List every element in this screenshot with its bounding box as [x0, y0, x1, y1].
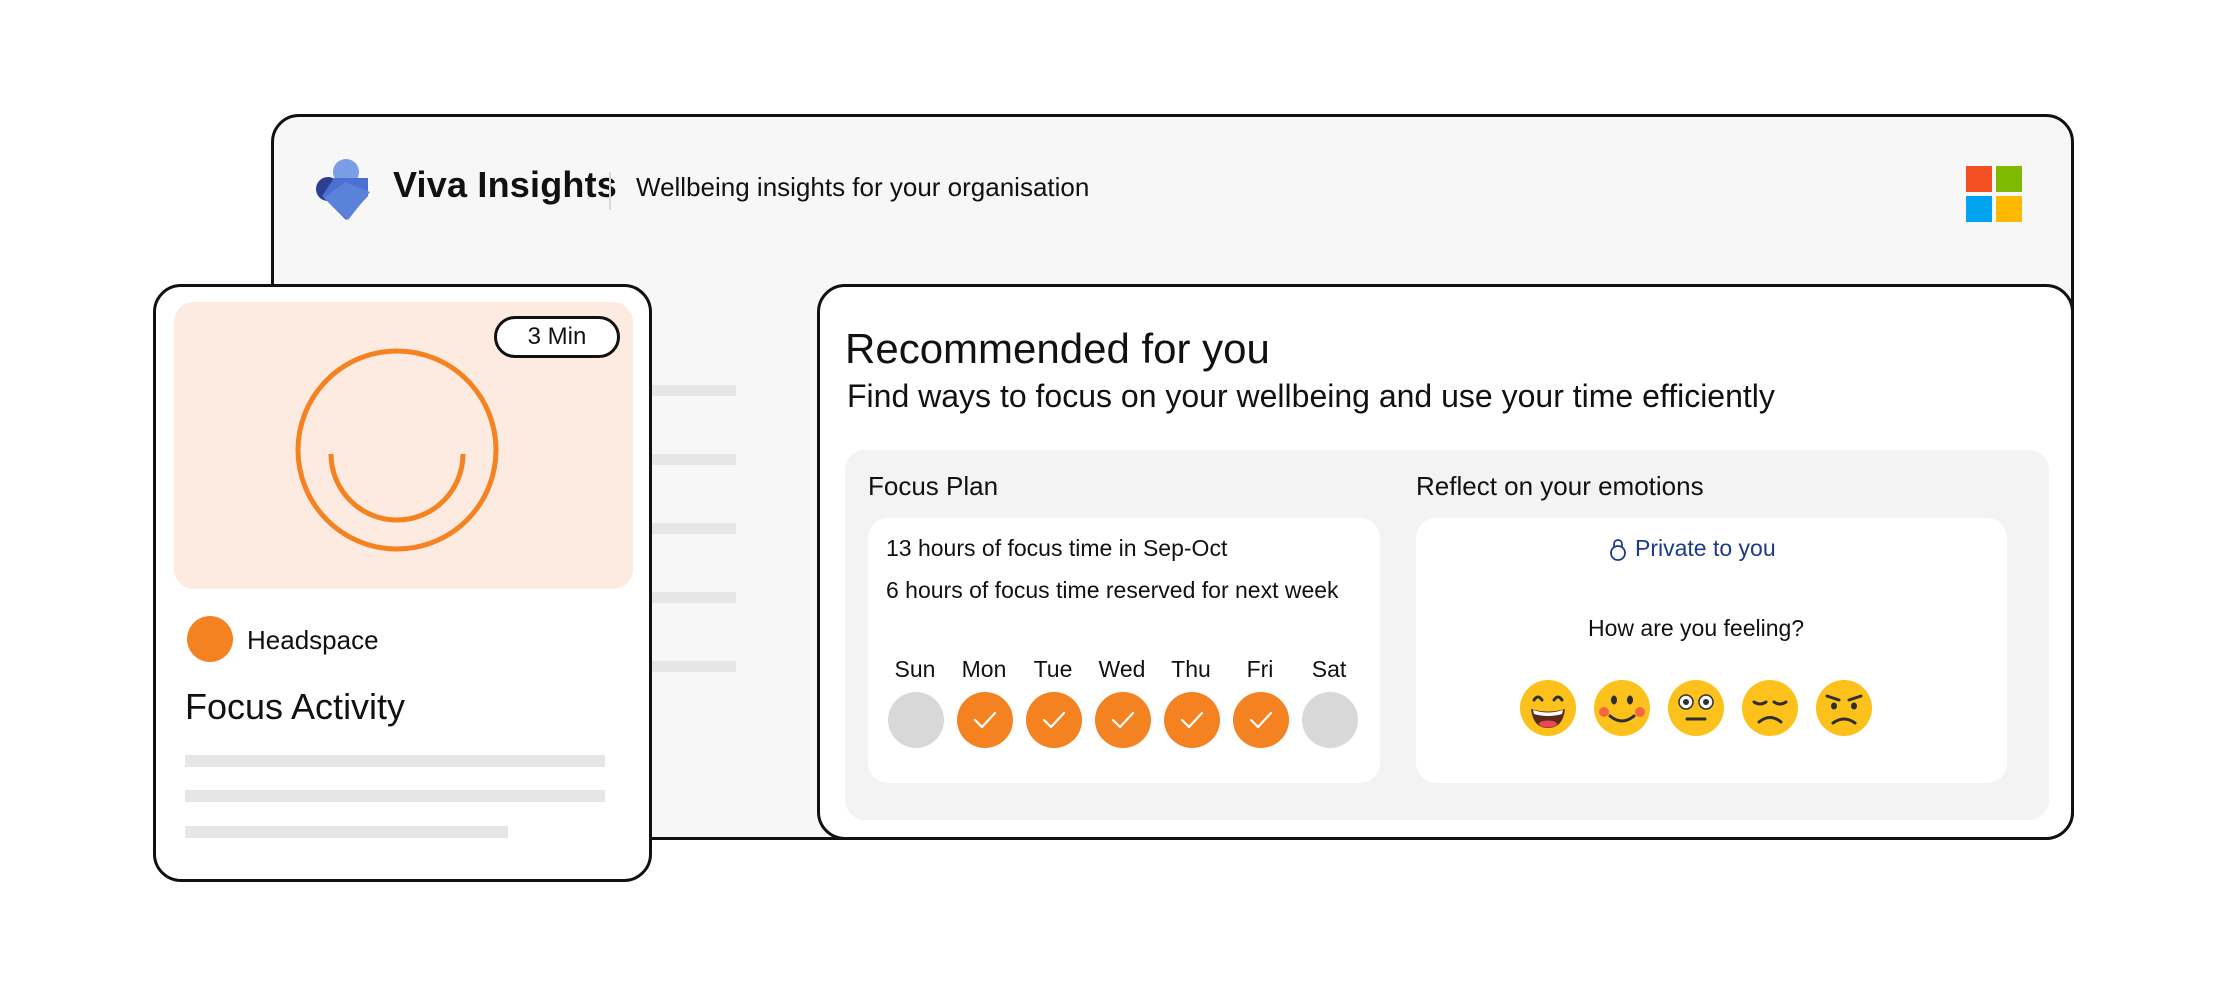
day-label-tue: Tue — [1033, 656, 1073, 682]
privacy-label: Private to you — [1635, 535, 1776, 561]
day-label-sat: Sat — [1311, 656, 1347, 682]
feeling-question: How are you feeling? — [1588, 615, 1805, 641]
provider-name: Headspace — [247, 625, 379, 655]
duration-badge: 3 Min — [494, 316, 620, 358]
check-icon — [1249, 711, 1273, 729]
placeholder-line — [185, 755, 605, 767]
lock-icon — [1610, 538, 1626, 561]
check-icon — [1111, 711, 1135, 729]
neutral-face-icon[interactable] — [1666, 678, 1726, 738]
emotions-heading: Reflect on your emotions — [1416, 471, 1704, 501]
day-label-wed: Wed — [1098, 656, 1146, 682]
smiling-face-icon[interactable] — [1592, 678, 1652, 738]
recommended-title: Recommended for you — [845, 325, 1270, 372]
activity-title: Focus Activity — [185, 686, 406, 727]
day-toggle-wed[interactable] — [1095, 692, 1151, 748]
day-toggle-thu[interactable] — [1164, 692, 1220, 748]
placeholder-line — [185, 790, 605, 802]
placeholder-line — [652, 523, 736, 534]
day-toggle-sat[interactable] — [1302, 692, 1358, 748]
viva-heart-icon — [316, 159, 370, 220]
day-label-mon: Mon — [961, 656, 1007, 682]
focus-stat-reserved: 6 hours of focus time reserved for next … — [886, 577, 1339, 603]
smile-face-icon — [295, 348, 499, 552]
day-toggle-sun[interactable] — [888, 692, 944, 748]
placeholder-line — [652, 385, 736, 396]
placeholder-line — [185, 826, 508, 838]
app-tagline: Wellbeing insights for your organisation — [636, 172, 1090, 202]
app-name: Viva Insights — [393, 164, 618, 205]
placeholder-line — [652, 661, 736, 672]
sad-face-icon[interactable] — [1740, 678, 1800, 738]
day-label-thu: Thu — [1171, 656, 1211, 682]
check-icon — [1042, 711, 1066, 729]
check-icon — [973, 711, 997, 729]
focus-plan-heading: Focus Plan — [868, 471, 999, 501]
headspace-logo-icon — [187, 616, 233, 662]
day-toggle-fri[interactable] — [1233, 692, 1289, 748]
day-toggle-tue[interactable] — [1026, 692, 1082, 748]
privacy-note: Private to you — [1609, 535, 1776, 562]
day-label-fri: Fri — [1246, 656, 1274, 682]
header-divider — [609, 172, 611, 210]
microsoft-logo-icon — [1966, 166, 2022, 222]
placeholder-line — [652, 592, 736, 603]
placeholder-line — [652, 454, 736, 465]
day-label-sun: Sun — [894, 656, 936, 682]
frowning-face-icon[interactable] — [1814, 678, 1874, 738]
recommended-subtitle: Find ways to focus on your wellbeing and… — [847, 378, 1775, 414]
grinning-face-icon[interactable] — [1518, 678, 1578, 738]
focus-stat-total: 13 hours of focus time in Sep-Oct — [886, 535, 1228, 561]
day-toggle-mon[interactable] — [957, 692, 1013, 748]
check-icon — [1180, 711, 1204, 729]
